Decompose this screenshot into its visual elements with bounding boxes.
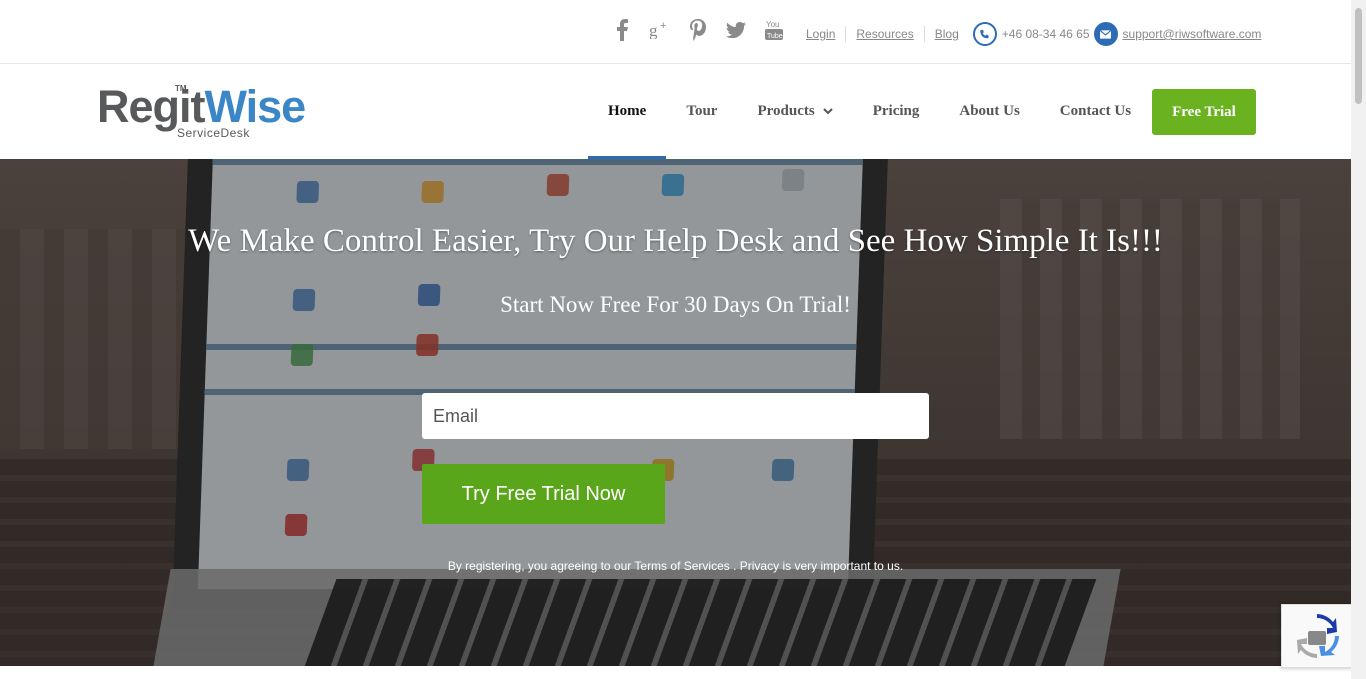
blog-link[interactable]: Blog xyxy=(935,27,959,41)
recaptcha-badge[interactable] xyxy=(1281,604,1353,668)
svg-text:Tube: Tube xyxy=(767,33,783,40)
recaptcha-icon xyxy=(1297,614,1339,658)
envelope-icon xyxy=(1093,22,1118,46)
social-links: g + You Tube xyxy=(610,18,786,42)
phone-contact: +46 08-34 46 65 xyxy=(972,22,1090,46)
chevron-down-icon xyxy=(822,103,833,120)
svg-text:g: g xyxy=(649,21,658,39)
email-input[interactable] xyxy=(422,393,929,439)
google-plus-icon[interactable]: g + xyxy=(648,18,672,42)
hero-subheadline: Start Now Free For 30 Days On Trial! xyxy=(500,292,851,317)
svg-text:You: You xyxy=(766,20,780,29)
terms-link[interactable]: Terms of Services xyxy=(634,559,729,573)
resources-link[interactable]: Resources xyxy=(856,27,913,41)
svg-text:+: + xyxy=(660,21,666,32)
nav-home[interactable]: Home xyxy=(588,89,667,159)
regitwise-logo[interactable]: RegitWise TM ServiceDesk xyxy=(97,84,327,144)
free-trial-button[interactable]: Free Trial xyxy=(1152,89,1256,135)
try-free-trial-button[interactable]: Try Free Trial Now xyxy=(422,464,665,524)
pinterest-icon[interactable] xyxy=(686,18,710,42)
hero-headline: We Make Control Easier, Try Our Help Des… xyxy=(188,223,1163,259)
nav-pricing[interactable]: Pricing xyxy=(853,89,940,134)
nav-products-label: Products xyxy=(757,103,815,119)
privacy-link[interactable]: Privacy xyxy=(740,559,779,573)
top-utility-bar: g + You Tube Login Resources Blog +46 08-3… xyxy=(0,0,1351,64)
youtube-icon[interactable]: You Tube xyxy=(762,18,786,42)
phone-number: +46 08-34 46 65 xyxy=(1001,27,1090,41)
support-email-link[interactable]: support@riwsoftware.com xyxy=(1123,27,1262,41)
top-links: Login Resources Blog +46 08-34 46 65 sup… xyxy=(806,22,1261,46)
scrollbar-thumb[interactable] xyxy=(1355,8,1362,104)
facebook-icon[interactable] xyxy=(610,18,634,42)
phone-icon xyxy=(972,22,997,46)
registration-disclaimer: By registering, you agreeing to our Term… xyxy=(447,559,904,573)
main-navbar: RegitWise TM ServiceDesk Home Tour Produ… xyxy=(0,64,1351,159)
primary-menu: Home Tour Products Pricing About Us Cont… xyxy=(588,89,1151,159)
page-scrollbar[interactable] xyxy=(1351,0,1366,679)
email-contact: support@riwsoftware.com xyxy=(1093,22,1262,46)
login-link[interactable]: Login xyxy=(806,27,835,41)
nav-contact-us[interactable]: Contact Us xyxy=(1040,89,1151,134)
divider xyxy=(923,26,925,42)
nav-products[interactable]: Products xyxy=(737,89,852,134)
twitter-icon[interactable] xyxy=(724,18,748,42)
page-bottom xyxy=(0,666,1351,679)
nav-tour[interactable]: Tour xyxy=(666,89,737,134)
hero-section: We Make Control Easier, Try Our Help Des… xyxy=(0,159,1351,666)
divider xyxy=(845,26,847,42)
nav-about-us[interactable]: About Us xyxy=(939,89,1039,134)
